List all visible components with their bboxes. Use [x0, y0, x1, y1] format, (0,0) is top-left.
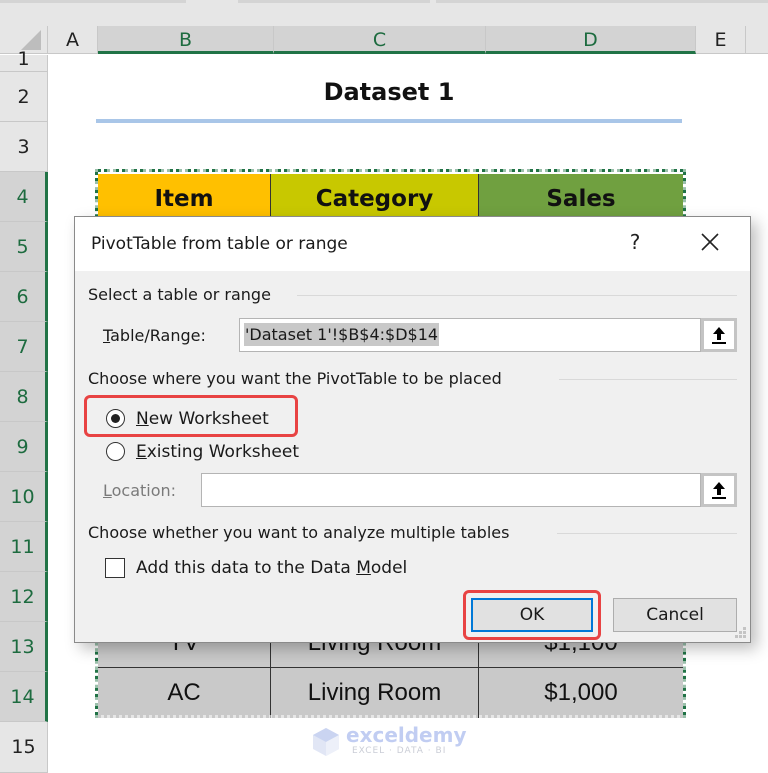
location-collapse-button[interactable] — [701, 473, 737, 507]
select-all-triangle-icon — [21, 30, 41, 50]
new-worksheet-label[interactable]: New Worksheet — [136, 409, 269, 429]
sheet-title: Dataset 1 — [323, 78, 455, 106]
row-header-2[interactable]: 2 — [0, 72, 48, 122]
row-header-1[interactable]: 1 — [0, 50, 48, 72]
row-header-14[interactable]: 14 — [0, 672, 48, 722]
section-divider — [559, 379, 737, 380]
column-header-d[interactable]: D — [486, 26, 696, 54]
upload-arrow-icon — [712, 327, 726, 344]
column-header-b[interactable]: B — [98, 26, 274, 54]
accel-e: E — [136, 442, 147, 462]
row-header-3[interactable]: 3 — [0, 122, 48, 172]
section-divider — [557, 533, 737, 534]
accel-n: N — [136, 409, 149, 429]
table-range-value: 'Dataset 1'!$B$4:$D$14 — [244, 323, 440, 346]
row-header-15[interactable]: 15 — [0, 722, 48, 773]
label-rest: ocation: — [111, 481, 177, 500]
ok-button[interactable]: OK — [471, 598, 593, 632]
exceldemy-logo-icon — [313, 728, 339, 756]
label-rest: ew Worksheet — [148, 409, 269, 429]
table-range-label: Table/Range: — [103, 326, 206, 345]
row-header-8[interactable]: 8 — [0, 372, 48, 422]
location-input[interactable] — [201, 473, 701, 507]
table-range-collapse-button[interactable] — [701, 318, 737, 352]
upload-arrow-icon — [712, 482, 726, 499]
data-model-checkbox[interactable] — [105, 558, 125, 578]
existing-worksheet-radio[interactable] — [106, 442, 125, 461]
label-prefix: Add this data to the Data — [136, 558, 357, 578]
row-header-13[interactable]: 13 — [0, 622, 48, 672]
exceldemy-watermark: exceldemy EXCEL · DATA · BI — [312, 723, 472, 761]
ribbon-strip — [0, 0, 768, 26]
row-header-12[interactable]: 12 — [0, 572, 48, 622]
location-label: Location: — [103, 481, 176, 500]
new-worksheet-radio[interactable] — [106, 409, 125, 428]
row-header-9[interactable]: 9 — [0, 422, 48, 472]
row-header-10[interactable]: 10 — [0, 472, 48, 522]
cell-sales[interactable]: $1,000 — [479, 668, 683, 718]
resize-grip-icon[interactable] — [735, 627, 747, 639]
label-rest: odel — [370, 558, 408, 578]
label-rest: xisting Worksheet — [146, 442, 300, 462]
section-place-label: Choose where you want the PivotTable to … — [88, 369, 502, 388]
cell-item[interactable]: AC — [98, 668, 271, 718]
cancel-button[interactable]: Cancel — [613, 598, 737, 632]
existing-worksheet-label[interactable]: Existing Worksheet — [136, 442, 299, 462]
row-header-6[interactable]: 6 — [0, 272, 48, 322]
table-range-input[interactable]: 'Dataset 1'!$B$4:$D$14 — [239, 318, 701, 352]
title-underline — [96, 119, 682, 123]
ribbon-segment — [0, 0, 186, 3]
accel-m: M — [356, 558, 371, 578]
pivottable-dialog: PivotTable from table or range ? Select … — [74, 216, 751, 643]
close-icon[interactable] — [697, 229, 723, 255]
ribbon-segment — [238, 0, 430, 3]
row-header-4[interactable]: 4 — [0, 172, 48, 222]
row-header-11[interactable]: 11 — [0, 522, 48, 572]
data-model-label[interactable]: Add this data to the Data Model — [136, 558, 407, 578]
watermark-tagline: EXCEL · DATA · BI — [352, 746, 447, 756]
column-header-a[interactable]: A — [48, 26, 98, 54]
label-rest: able/Range: — [110, 326, 206, 345]
row-header-7[interactable]: 7 — [0, 322, 48, 372]
help-button[interactable]: ? — [625, 230, 645, 254]
section-multiple-label: Choose whether you want to analyze multi… — [88, 523, 510, 542]
ribbon-segment — [436, 0, 768, 3]
dialog-titlebar[interactable]: PivotTable from table or range ? — [75, 217, 750, 271]
watermark-brand: exceldemy — [346, 723, 467, 747]
cell-category[interactable]: Living Room — [271, 668, 479, 718]
row-header-5[interactable]: 5 — [0, 222, 48, 272]
column-headers: A B C D E — [0, 26, 768, 54]
accel-l: L — [103, 481, 112, 500]
dialog-title: PivotTable from table or range — [91, 234, 348, 254]
column-header-c[interactable]: C — [274, 26, 486, 54]
section-divider — [297, 295, 737, 296]
section-select-label: Select a table or range — [88, 285, 271, 304]
column-header-e[interactable]: E — [696, 26, 746, 54]
